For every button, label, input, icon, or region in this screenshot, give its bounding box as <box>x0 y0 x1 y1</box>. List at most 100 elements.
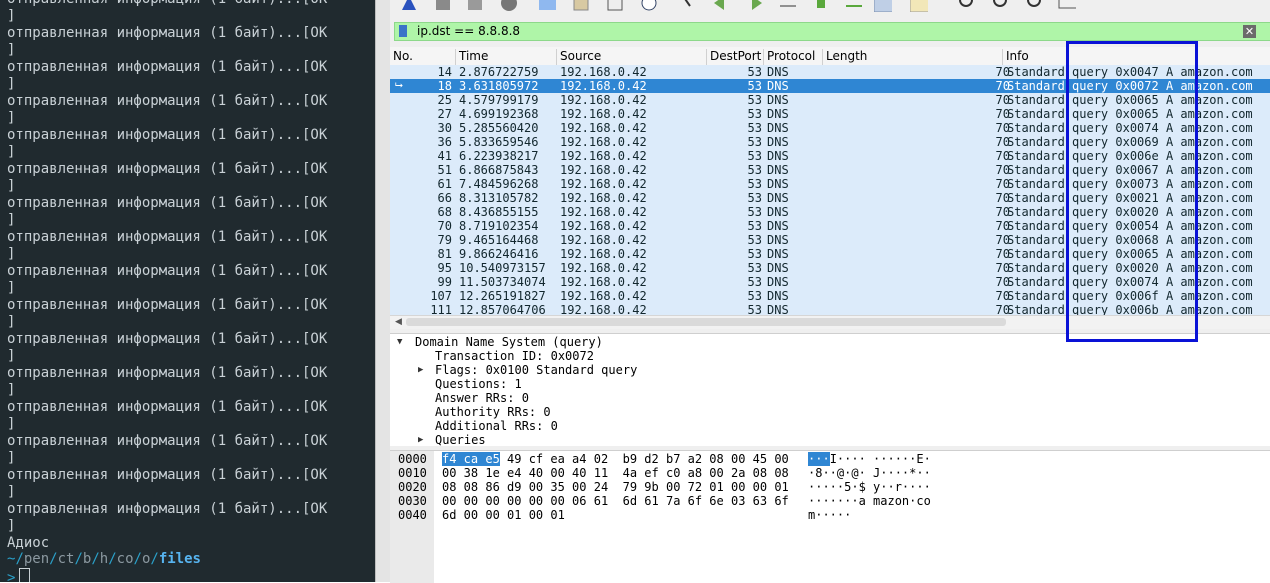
packet-cell-time: 10.540973157 <box>459 261 546 275</box>
packet-cell-proto: DNS <box>767 121 789 135</box>
display-filter-bar[interactable]: ip.dst == 8.8.8.8 ✕ <box>394 22 1270 41</box>
packet-cell-src: 192.168.0.42 <box>560 289 647 303</box>
go-to-packet-icon[interactable] <box>778 0 796 12</box>
packet-cell-src: 192.168.0.42 <box>560 275 647 289</box>
column-header-no[interactable]: No. <box>390 49 413 65</box>
ascii-row[interactable]: ···I···· ······E· <box>808 452 931 466</box>
hex-offset: 0010 <box>398 466 427 480</box>
bookmark-icon[interactable] <box>399 25 407 37</box>
packet-cell-dport: 53 <box>747 163 762 177</box>
column-header-destport[interactable]: DestPort <box>706 49 761 65</box>
detail-authority-rrs[interactable]: Authority RRs: 0 <box>435 405 551 419</box>
packet-cell-time: 11.503734074 <box>459 275 546 289</box>
ascii-selected[interactable]: ··· <box>808 452 830 466</box>
ascii-row[interactable]: ·····5·$ y··r···· <box>808 480 931 494</box>
terminal-line: отправленная информация (1 байт)...[OK <box>7 263 328 279</box>
hex-row[interactable]: f4 ca e5 49 cf ea a4 02 b9 d2 b7 a2 08 0… <box>442 452 789 466</box>
packet-cell-time: 6.866875843 <box>459 163 539 177</box>
packet-details-pane[interactable]: ▼ Domain Name System (query) Transaction… <box>390 333 1270 447</box>
ascii-text[interactable]: I···· ······E· <box>830 452 931 466</box>
open-file-icon[interactable] <box>538 0 556 12</box>
packet-cell-src: 192.168.0.42 <box>560 303 647 315</box>
ascii-row[interactable]: m····· <box>808 508 851 522</box>
packet-cell-dport: 53 <box>747 289 762 303</box>
packet-cell-src: 192.168.0.42 <box>560 177 647 191</box>
packet-cell-dport: 53 <box>747 93 762 107</box>
hex-offset: 0040 <box>398 508 427 522</box>
packet-cell-proto: DNS <box>767 205 789 219</box>
terminal-line: ] <box>7 348 16 364</box>
packet-cell-src: 192.168.0.42 <box>560 149 647 163</box>
first-packet-icon[interactable] <box>812 0 830 12</box>
detail-answer-rrs[interactable]: Answer RRs: 0 <box>435 391 529 405</box>
path-current-dir: files <box>158 551 201 567</box>
packet-cell-time: 4.699192368 <box>459 107 539 121</box>
hex-row[interactable]: 08 08 86 d9 00 35 00 24 79 9b 00 72 01 0… <box>442 480 789 494</box>
reload-file-icon[interactable] <box>640 0 658 12</box>
packet-cell-len: 70 <box>995 65 1010 79</box>
colorize-icon[interactable] <box>910 0 928 12</box>
packet-cell-len: 70 <box>995 191 1010 205</box>
packet-cell-time: 12.857064706 <box>459 303 546 315</box>
column-header-length[interactable]: Length <box>822 49 867 65</box>
packet-cell-dport: 53 <box>747 107 762 121</box>
detail-additional-rrs[interactable]: Additional RRs: 0 <box>435 419 558 433</box>
scrollbar-thumb[interactable] <box>406 318 1006 326</box>
save-file-icon[interactable] <box>572 0 590 12</box>
hex-row[interactable]: 6d 00 00 01 00 01 <box>442 508 565 522</box>
packet-bytes-pane[interactable]: 0000 0010 0020 0030 0040 f4 ca e5 49 cf … <box>390 450 1270 583</box>
packet-cell-len: 70 <box>995 163 1010 177</box>
packet-cell-dport: 53 <box>747 261 762 275</box>
terminal-window[interactable]: отправленная информация (1 байт)...[OK]о… <box>0 0 375 582</box>
packet-cell-src: 192.168.0.42 <box>560 93 647 107</box>
terminal-line: ] <box>7 212 16 228</box>
detail-questions[interactable]: Questions: 1 <box>435 377 522 391</box>
detail-queries[interactable]: Queries <box>435 433 486 447</box>
detail-transaction-id[interactable]: Transaction ID: 0x0072 <box>435 349 594 363</box>
display-filter-input[interactable]: ip.dst == 8.8.8.8 <box>417 24 520 38</box>
close-file-icon[interactable] <box>606 0 624 12</box>
hex-offset: 0020 <box>398 480 427 494</box>
terminal-input-line[interactable]: > <box>7 568 31 582</box>
last-packet-icon[interactable] <box>844 0 862 12</box>
packet-cell-len: 70 <box>995 121 1010 135</box>
ascii-row[interactable]: ·8··@·@· J····*·· <box>808 466 931 480</box>
packet-cell-len: 70 <box>995 79 1010 93</box>
scroll-left-arrow-icon[interactable]: ◀ <box>395 317 402 327</box>
hex-selected-bytes[interactable]: f4 ca e5 <box>442 452 500 466</box>
zoom-in-icon[interactable] <box>958 0 976 12</box>
resize-columns-icon[interactable] <box>1058 0 1076 12</box>
packet-cell-no: 70 <box>437 219 452 233</box>
column-header-source[interactable]: Source <box>556 49 601 65</box>
hex-bytes[interactable]: 49 cf ea a4 02 b9 d2 b7 a2 08 00 45 00 <box>500 452 789 466</box>
packet-cell-proto: DNS <box>767 219 789 233</box>
ascii-row[interactable]: ·······a mazon·co <box>808 494 931 508</box>
stop-capture-icon[interactable] <box>434 0 452 12</box>
zoom-out-icon[interactable] <box>992 0 1010 12</box>
expand-arrow-icon[interactable]: ▼ <box>397 337 402 347</box>
column-header-time[interactable]: Time <box>455 49 488 65</box>
find-packet-icon[interactable] <box>680 0 698 12</box>
collapse-arrow-icon[interactable]: ▶ <box>418 435 423 445</box>
capture-options-icon[interactable] <box>500 0 518 12</box>
detail-dns-root[interactable]: Domain Name System (query) <box>415 335 603 349</box>
collapse-arrow-icon[interactable]: ▶ <box>418 365 423 375</box>
hex-row[interactable]: 00 38 1e e4 40 00 40 11 4a ef c0 a8 00 2… <box>442 466 789 480</box>
packet-cell-len: 70 <box>995 275 1010 289</box>
column-header-protocol[interactable]: Protocol <box>763 49 815 65</box>
packet-cell-dport: 53 <box>747 149 762 163</box>
terminal-line: ] <box>7 110 16 126</box>
hex-row[interactable]: 00 00 00 00 00 00 06 61 6d 61 7a 6f 6e 0… <box>442 494 789 508</box>
clear-filter-icon[interactable]: ✕ <box>1243 25 1256 38</box>
go-forward-icon[interactable] <box>746 0 764 12</box>
packet-cell-dport: 53 <box>747 275 762 289</box>
go-back-icon[interactable] <box>712 0 730 12</box>
auto-scroll-icon[interactable] <box>874 0 892 12</box>
detail-flags[interactable]: Flags: 0x0100 Standard query <box>435 363 637 377</box>
terminal-prompt-path: ~/pen/ct/b/h/co/o/files <box>7 551 201 568</box>
normal-size-icon[interactable] <box>1026 0 1044 12</box>
packet-cell-len: 70 <box>995 233 1010 247</box>
start-capture-icon[interactable] <box>400 0 418 12</box>
column-header-info[interactable]: Info <box>1002 49 1029 65</box>
restart-capture-icon[interactable] <box>466 0 484 12</box>
